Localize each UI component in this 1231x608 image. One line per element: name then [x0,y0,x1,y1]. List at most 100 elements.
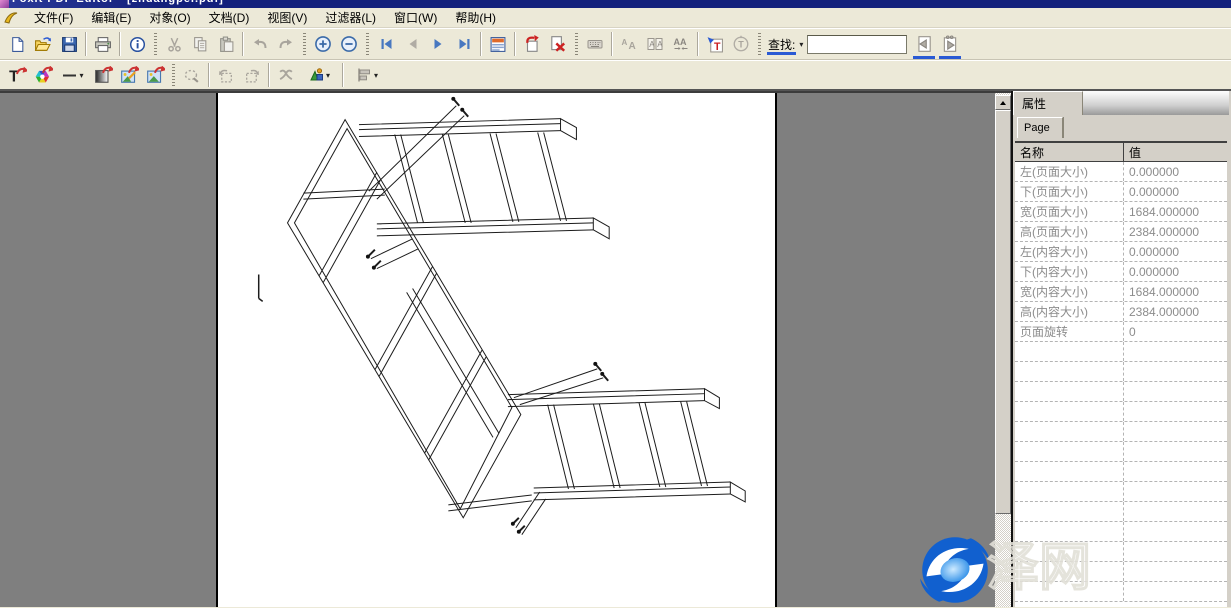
paste-button[interactable] [213,31,239,57]
table-row: 宽(内容大小)1684.000000 [1015,282,1227,302]
menu-window[interactable]: 窗口(W) [385,7,446,28]
keyboard-button[interactable] [582,31,608,57]
scrollbar-thumb[interactable] [995,110,1011,514]
table-row: 左(内容大小)0.000000 [1015,242,1227,262]
delete-page-button[interactable] [545,31,571,57]
column-header-value: 值 [1124,143,1227,161]
scissors-icon [166,36,183,53]
menu-edit[interactable]: 编辑(E) [82,7,140,28]
insert-image-button[interactable] [142,62,168,88]
rotate-object-ccw-button[interactable] [213,62,239,88]
zoom-in-button[interactable] [310,31,336,57]
color-wheel-icon [34,66,53,84]
rotate-page-button[interactable] [519,31,545,57]
find-dropdown-button[interactable]: ▾ [799,40,803,49]
property-name: 左(页面大小) [1015,162,1124,181]
edit-text-button[interactable]: T [4,62,30,88]
find-next-button[interactable] [937,31,963,57]
table-row-empty [1015,482,1227,502]
edit-text-object-icon: T [8,66,27,84]
align-button[interactable]: ▾ [347,62,387,88]
page-drawing [218,93,775,607]
property-value[interactable]: 0 [1124,322,1227,341]
table-row: 页面旋转0 [1015,322,1227,342]
toolbar-objects: T ▾ ▾ ▾ [0,60,1231,91]
application-window: Foxit PDF Editor - [zhuangpei.pdf] 文件(F)… [0,0,1231,608]
vertical-scrollbar[interactable] [995,91,1011,607]
color-picker-button[interactable] [30,62,56,88]
menu-object[interactable]: 对象(O) [140,7,199,28]
line-style-button[interactable]: ▾ [56,62,90,88]
new-button[interactable] [4,31,30,57]
title-bar: Foxit PDF Editor - [zhuangpei.pdf] [0,0,1231,8]
svg-text:T: T [714,40,721,52]
insert-text-button[interactable]: T [702,31,728,57]
table-row: 左(页面大小)0.000000 [1015,162,1227,182]
delete-object-button[interactable] [273,62,299,88]
property-value[interactable]: 0.000000 [1124,182,1227,201]
tab-page[interactable]: Page [1017,117,1063,138]
property-name: 下(内容大小) [1015,262,1124,281]
text-rotate-button[interactable]: T [728,31,754,57]
first-page-button[interactable] [373,31,399,57]
page-layout-button[interactable] [485,31,511,57]
column-header-name: 名称 [1015,143,1124,161]
property-value[interactable]: 0.000000 [1124,162,1227,181]
line-style-caret-icon: ▾ [79,71,83,80]
pdf-page[interactable] [216,93,777,607]
menu-document[interactable]: 文档(D) [200,7,259,28]
save-button[interactable] [56,31,82,57]
menu-file[interactable]: 文件(F) [25,7,82,28]
edit-image-button[interactable] [116,62,142,88]
redo-button[interactable] [273,31,299,57]
next-page-icon [430,36,447,52]
scroll-up-button[interactable] [995,95,1011,110]
property-value[interactable]: 0.000000 [1124,262,1227,281]
property-value[interactable]: 1684.000000 [1124,282,1227,301]
font-size-button[interactable]: AA [642,31,668,57]
font-replace-button[interactable]: AA [616,31,642,57]
property-name: 高(内容大小) [1015,302,1124,321]
lasso-button[interactable] [179,62,205,88]
last-page-button[interactable] [451,31,477,57]
rotate-ccw-icon [217,67,235,84]
find-prev-button[interactable] [911,31,937,57]
print-button[interactable] [90,31,116,57]
cut-button[interactable] [161,31,187,57]
prev-page-button[interactable] [399,31,425,57]
table-row: 高(页面大小)2384.000000 [1015,222,1227,242]
find-prev-icon [915,35,933,53]
next-page-button[interactable] [425,31,451,57]
property-value[interactable]: 2384.000000 [1124,222,1227,241]
info-button[interactable] [124,31,150,57]
undo-button[interactable] [247,31,273,57]
font-spacing-button[interactable]: AA [668,31,694,57]
menu-filter[interactable]: 过滤器(L) [316,7,385,28]
table-header: 名称 值 [1015,143,1227,162]
copy-icon [192,36,209,53]
open-folder-icon [34,36,52,53]
find-next-icon [941,35,959,53]
property-value[interactable]: 2384.000000 [1124,302,1227,321]
rotate-object-cw-button[interactable] [239,62,265,88]
find-input[interactable] [807,35,907,54]
zoom-out-button[interactable] [336,31,362,57]
shapes-button[interactable]: ▾ [299,62,339,88]
fill-style-button[interactable] [90,62,116,88]
window-title: Foxit PDF Editor - [zhuangpei.pdf] [12,0,224,5]
page-layout-icon [489,36,507,53]
panel-title: 属性 [1013,91,1083,115]
toolbar-main: AA AA AA T T 查找: ▾ [0,28,1231,60]
menu-help[interactable]: 帮助(H) [446,7,505,28]
property-value[interactable]: 1684.000000 [1124,202,1227,221]
property-name: 高(页面大小) [1015,222,1124,241]
copy-button[interactable] [187,31,213,57]
delete-object-icon [277,67,295,84]
property-value[interactable]: 0.000000 [1124,242,1227,261]
zoom-out-icon [340,35,358,53]
menu-view[interactable]: 视图(V) [258,7,316,28]
font-replace-icon: AA [620,36,638,52]
open-button[interactable] [30,31,56,57]
properties-table: 名称 值 左(页面大小)0.000000 下(页面大小)0.000000 宽(页… [1015,141,1227,607]
font-size-icon: AA [646,36,664,52]
